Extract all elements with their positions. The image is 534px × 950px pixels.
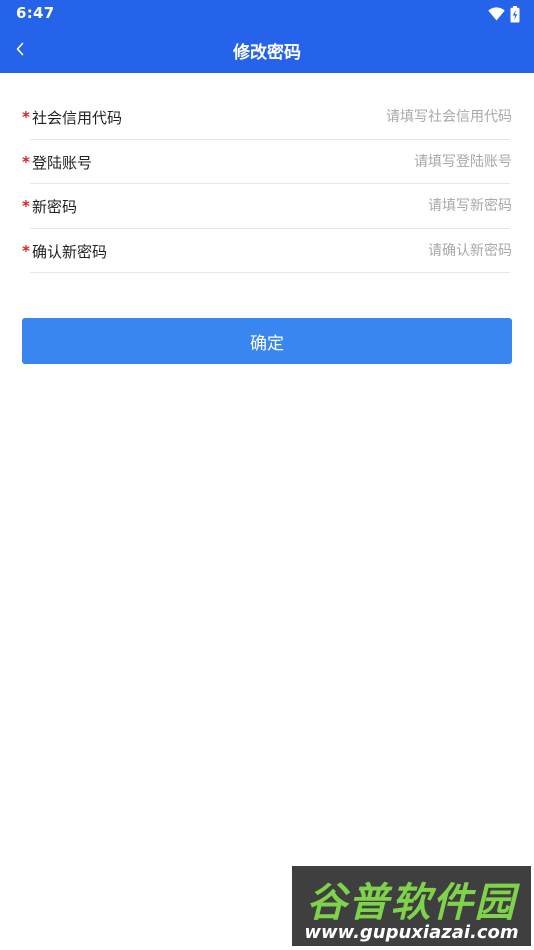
page-title: 修改密码 xyxy=(233,43,301,63)
app-screen: 6:47 修改密码 * 社会信用代码 请填写社会信用代码 * 登陆账号 请填写登… xyxy=(0,0,534,950)
credit-code-input[interactable] xyxy=(282,103,512,131)
credit-code-label: 社会信用代码 xyxy=(32,109,123,127)
wifi-icon xyxy=(488,7,505,21)
confirm-password-row: * 确认新密码 xyxy=(22,229,512,273)
account-row: * 登陆账号 xyxy=(22,140,512,184)
divider xyxy=(30,272,510,273)
new-password-row: * 新密码 xyxy=(22,184,512,229)
status-bar: 6:47 xyxy=(0,0,534,28)
battery-charging-icon xyxy=(510,5,520,23)
watermark-logo: 谷普软件园 www.gupuxiazai.com xyxy=(292,866,531,946)
required-mark: * xyxy=(22,108,30,126)
watermark-name: 谷普软件园 xyxy=(306,880,517,926)
change-password-form: * 社会信用代码 * 登陆账号 * 新密码 * 确认新密码 xyxy=(0,95,534,273)
required-mark: * xyxy=(22,241,30,260)
confirm-password-input[interactable] xyxy=(282,236,512,265)
new-password-input[interactable] xyxy=(282,192,512,220)
required-mark: * xyxy=(22,197,30,215)
account-label: 登陆账号 xyxy=(32,153,93,172)
status-icons xyxy=(488,5,520,23)
confirm-password-label: 确认新密码 xyxy=(32,242,108,261)
watermark-url: www.gupuxiazai.com xyxy=(304,922,519,943)
confirm-button[interactable]: 确定 xyxy=(22,318,512,364)
account-input[interactable] xyxy=(282,147,512,176)
required-mark: * xyxy=(22,152,30,171)
new-password-label: 新密码 xyxy=(32,198,78,216)
status-time: 6:47 xyxy=(16,4,55,22)
nav-bar: 修改密码 xyxy=(0,28,534,73)
credit-code-row: * 社会信用代码 xyxy=(22,95,512,140)
